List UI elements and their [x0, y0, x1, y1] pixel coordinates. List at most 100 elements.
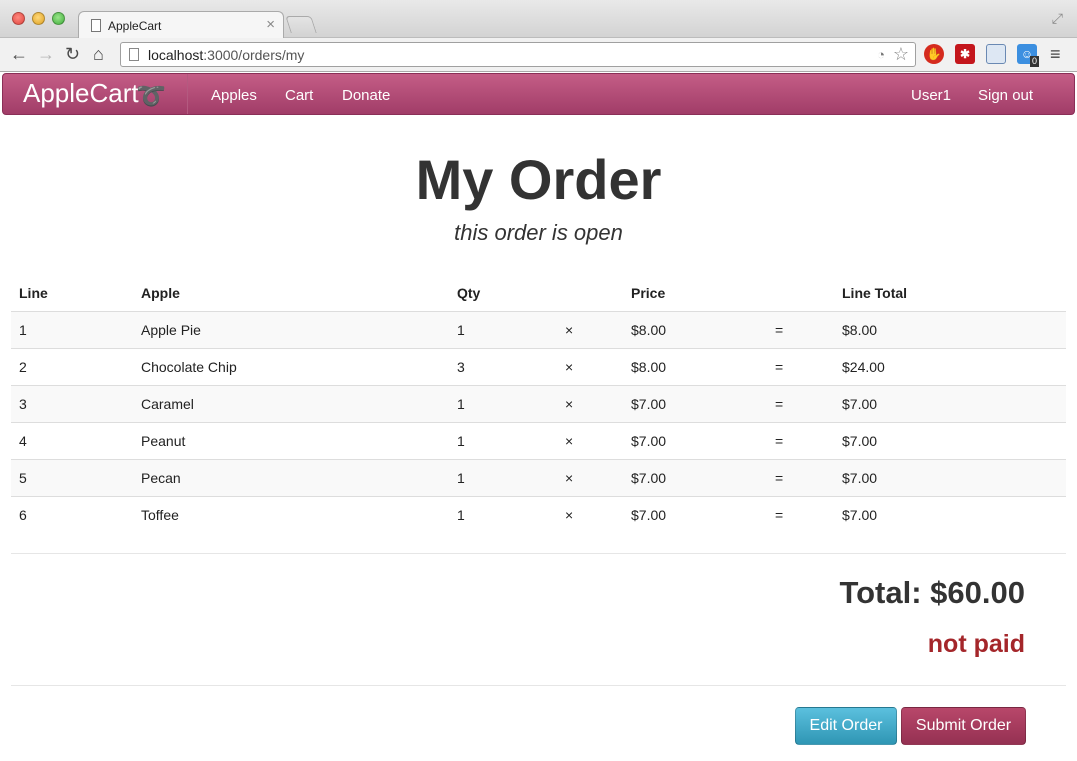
- window-minimize-button[interactable]: [32, 12, 45, 25]
- apple-name-cell: Caramel: [133, 384, 449, 422]
- times-symbol: ×: [557, 495, 623, 533]
- lastpass-extension-icon[interactable]: ✱: [955, 44, 975, 64]
- divider: [11, 685, 1066, 686]
- submit-order-button[interactable]: Submit Order: [901, 707, 1026, 745]
- table-row: 2 Chocolate Chip 3 × $8.00 = $24.00: [11, 347, 1066, 385]
- column-header-line-total: Line Total: [834, 275, 1066, 312]
- line-number-cell: 2: [11, 347, 133, 385]
- qty-cell: 1: [449, 495, 557, 533]
- line-total-cell: $7.00: [834, 384, 1066, 422]
- line-number-cell: 3: [11, 384, 133, 422]
- order-total: Total: $60.00: [839, 575, 1025, 610]
- cast-icon[interactable]: ◔: [877, 47, 885, 62]
- nav-user-link[interactable]: User1: [911, 87, 951, 104]
- apple-name-cell: Pecan: [133, 458, 449, 496]
- line-total-cell: $8.00: [834, 310, 1066, 348]
- price-cell: $7.00: [623, 421, 767, 459]
- brand-logo[interactable]: AppleCart: [23, 78, 139, 109]
- browser-toolbar: ← → ↻ ⌂ localhost:3000/orders/my ◔ ☆ ✋ ✱…: [0, 38, 1077, 72]
- times-symbol: ×: [557, 347, 623, 385]
- equals-symbol: =: [767, 458, 834, 496]
- line-number-cell: 1: [11, 310, 133, 348]
- chrome-menu-icon[interactable]: ≡: [1050, 44, 1061, 65]
- address-bar[interactable]: localhost:3000/orders/my ◔ ☆: [120, 42, 916, 67]
- column-header-qty: Qty: [449, 275, 557, 312]
- price-cell: $7.00: [623, 495, 767, 533]
- price-cell: $7.00: [623, 458, 767, 496]
- nav-divider: [187, 74, 188, 114]
- extension-badge: 0: [1030, 56, 1040, 67]
- forward-icon[interactable]: →: [37, 43, 55, 65]
- home-icon[interactable]: ⌂: [93, 43, 104, 65]
- table-row: 1 Apple Pie 1 × $8.00 = $8.00: [11, 310, 1066, 348]
- url-path: :3000/orders/my: [203, 47, 305, 63]
- price-cell: $7.00: [623, 384, 767, 422]
- fullscreen-icon[interactable]: ⤢: [1052, 10, 1063, 27]
- new-tab-button[interactable]: [285, 16, 317, 33]
- divider: [11, 553, 1066, 554]
- nav-cart-link[interactable]: Cart: [285, 87, 313, 104]
- equals-symbol: =: [767, 495, 834, 533]
- line-total-cell: $7.00: [834, 421, 1066, 459]
- order-table: Line Apple Qty Price Line Total 1 Apple …: [11, 275, 1066, 533]
- line-total-cell: $7.00: [834, 458, 1066, 496]
- apple-name-cell: Apple Pie: [133, 310, 449, 348]
- reload-icon[interactable]: ↻: [65, 43, 80, 65]
- address-url[interactable]: localhost:3000/orders/my: [148, 47, 304, 63]
- qty-cell: 3: [449, 347, 557, 385]
- price-cell: $8.00: [623, 347, 767, 385]
- window-extension-icon[interactable]: [986, 44, 1006, 64]
- line-total-cell: $7.00: [834, 495, 1066, 533]
- payment-status: not paid: [927, 630, 1025, 658]
- column-header-line: Line: [11, 275, 133, 312]
- nav-donate-link[interactable]: Donate: [342, 87, 390, 104]
- apple-name-cell: Peanut: [133, 421, 449, 459]
- line-number-cell: 5: [11, 458, 133, 496]
- app-navbar: AppleCart ➰ Apples Cart Donate User1 Sig…: [2, 73, 1075, 115]
- browser-titlebar: AppleCart × ⤢: [0, 0, 1077, 39]
- edit-order-button[interactable]: Edit Order: [795, 707, 897, 745]
- nav-signout-link[interactable]: Sign out: [978, 87, 1033, 104]
- browser-tab[interactable]: AppleCart ×: [78, 11, 284, 39]
- apple-name-cell: Chocolate Chip: [133, 347, 449, 385]
- page-icon: [91, 19, 101, 32]
- line-number-cell: 4: [11, 421, 133, 459]
- qty-cell: 1: [449, 421, 557, 459]
- times-symbol: ×: [557, 458, 623, 496]
- table-row: 3 Caramel 1 × $7.00 = $7.00: [11, 384, 1066, 422]
- order-status-subtitle: this order is open: [454, 220, 623, 245]
- equals-symbol: =: [767, 347, 834, 385]
- tab-close-icon[interactable]: ×: [266, 16, 275, 33]
- window-close-button[interactable]: [12, 12, 25, 25]
- bookmark-star-icon[interactable]: ☆: [893, 44, 909, 65]
- apple-name-cell: Toffee: [133, 495, 449, 533]
- line-total-cell: $24.00: [834, 347, 1066, 385]
- table-row: 6 Toffee 1 × $7.00 = $7.00: [11, 495, 1066, 533]
- qty-cell: 1: [449, 310, 557, 348]
- table-header-row: Line Apple Qty Price Line Total: [11, 275, 1066, 312]
- price-cell: $8.00: [623, 310, 767, 348]
- page-title: My Order: [415, 148, 662, 211]
- qty-cell: 1: [449, 384, 557, 422]
- column-header-apple: Apple: [133, 275, 449, 312]
- tab-title: AppleCart: [108, 19, 162, 33]
- line-number-cell: 6: [11, 495, 133, 533]
- table-row: 5 Pecan 1 × $7.00 = $7.00: [11, 458, 1066, 496]
- table-row: 4 Peanut 1 × $7.00 = $7.00: [11, 421, 1066, 459]
- url-host: localhost: [148, 47, 204, 63]
- column-header-spacer: [557, 275, 623, 312]
- column-header-spacer: [767, 275, 834, 312]
- equals-symbol: =: [767, 384, 834, 422]
- equals-symbol: =: [767, 310, 834, 348]
- page-icon: [129, 48, 139, 61]
- window-maximize-button[interactable]: [52, 12, 65, 25]
- qty-cell: 1: [449, 458, 557, 496]
- adblock-extension-icon[interactable]: ✋: [924, 44, 944, 64]
- pink-ribbon-icon: ➰: [136, 83, 166, 110]
- nav-apples-link[interactable]: Apples: [211, 87, 257, 104]
- equals-symbol: =: [767, 421, 834, 459]
- times-symbol: ×: [557, 421, 623, 459]
- column-header-price: Price: [623, 275, 767, 312]
- times-symbol: ×: [557, 310, 623, 348]
- back-icon[interactable]: ←: [10, 43, 28, 65]
